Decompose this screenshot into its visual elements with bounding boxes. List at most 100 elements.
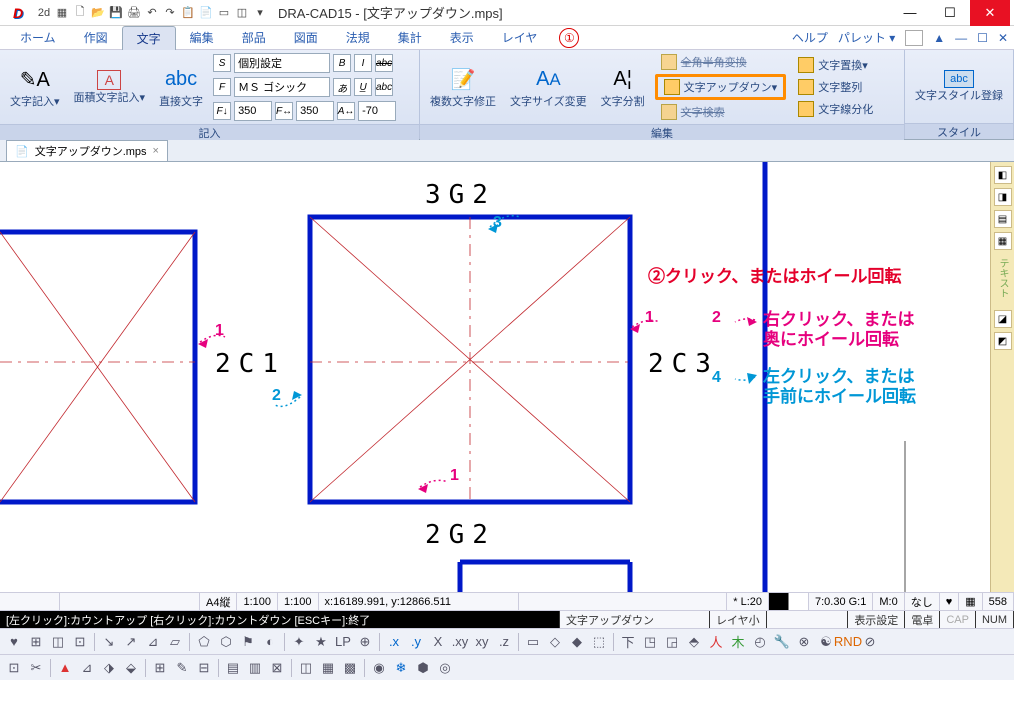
tb-icon[interactable]: ↗ <box>121 632 141 652</box>
grp-cell[interactable]: 7:0.30 G:1 <box>809 593 873 610</box>
tb-icon[interactable]: ⊞ <box>150 658 170 678</box>
tb-icon[interactable]: ⊠ <box>267 658 287 678</box>
tab-drawing[interactable]: 図面 <box>280 26 332 49</box>
qat-icon[interactable]: 2d <box>36 5 52 21</box>
side-icon[interactable]: ◩ <box>994 332 1012 350</box>
palette-menu[interactable]: パレット ▾ <box>838 29 895 46</box>
minimize-button[interactable]: — <box>890 0 930 26</box>
tb-icon[interactable]: ◳ <box>640 632 660 652</box>
tb-icon[interactable]: ⬗ <box>99 658 119 678</box>
tab-sum[interactable]: 集計 <box>384 26 436 49</box>
tb-icon[interactable]: ⬘ <box>684 632 704 652</box>
text-search-button[interactable]: 文字検索 <box>655 102 787 122</box>
doc-close-icon[interactable]: × <box>153 145 159 157</box>
tb-icon[interactable]: ⊗ <box>794 632 814 652</box>
tab-edit[interactable]: 編集 <box>176 26 228 49</box>
style-chip[interactable]: S <box>213 54 231 72</box>
font-combo[interactable] <box>234 77 330 97</box>
tab-layer[interactable]: レイヤ <box>488 26 552 49</box>
search-box-icon[interactable] <box>905 30 923 46</box>
tb-icon[interactable]: ⊿ <box>143 632 163 652</box>
tb-icon[interactable]: ◆ <box>567 632 587 652</box>
tb-icon[interactable]: ▦ <box>318 658 338 678</box>
tb-icon[interactable]: ⊡ <box>4 658 24 678</box>
width-input[interactable] <box>296 101 334 121</box>
bold-icon[interactable]: B <box>333 54 351 72</box>
qat-icon[interactable]: ↷ <box>162 5 178 21</box>
abc-icon[interactable]: abc <box>375 78 393 96</box>
child-min-icon[interactable]: — <box>955 31 967 45</box>
tb-icon[interactable]: 木 <box>728 632 748 652</box>
side-icon[interactable]: ◧ <box>994 166 1012 184</box>
grid-icon[interactable]: ▦ <box>959 593 982 610</box>
tab-draw[interactable]: 作図 <box>70 26 122 49</box>
tb-icon[interactable]: ▭ <box>523 632 543 652</box>
tb-icon[interactable]: ♥ <box>4 632 24 652</box>
side-icon[interactable]: ◪ <box>994 310 1012 328</box>
tb-icon[interactable]: ⊟ <box>194 658 214 678</box>
child-max-icon[interactable]: ☐ <box>977 31 988 45</box>
tb-icon[interactable]: ↘ <box>99 632 119 652</box>
spacing-chip[interactable]: A↔ <box>337 102 355 120</box>
tb-icon[interactable]: ⊕ <box>355 632 375 652</box>
tb-icon[interactable]: ◐ <box>260 632 280 652</box>
qat-icon[interactable]: 📄 <box>198 5 214 21</box>
qat-icon[interactable]: 🗋 <box>72 5 88 21</box>
text-input-button[interactable]: ✎A 文字記入▾ <box>6 64 64 110</box>
side-icon[interactable]: ◨ <box>994 188 1012 206</box>
qat-icon[interactable]: ▦ <box>54 5 70 21</box>
tb-icon[interactable]: ⬢ <box>413 658 433 678</box>
tb-icon[interactable]: 人 <box>706 632 726 652</box>
tb-icon[interactable]: ⚑ <box>238 632 258 652</box>
disp-cell[interactable]: 表示設定 <box>848 611 905 628</box>
tb-icon[interactable]: ◇ <box>545 632 565 652</box>
tb-icon[interactable]: ★ <box>311 632 331 652</box>
child-close-icon[interactable]: ✕ <box>998 31 1008 45</box>
tb-icon[interactable]: .x <box>384 632 404 652</box>
maximize-button[interactable]: ☐ <box>930 0 970 26</box>
qat-icon[interactable]: 🖨 <box>126 5 142 21</box>
qat-icon[interactable]: ▭ <box>216 5 232 21</box>
tb-icon[interactable]: ⬡ <box>216 632 236 652</box>
tb-icon[interactable]: ⊿ <box>77 658 97 678</box>
heart-icon[interactable]: ♥ <box>940 593 960 610</box>
qat-icon[interactable]: 📂 <box>90 5 106 21</box>
tb-icon[interactable]: ✦ <box>289 632 309 652</box>
tb-icon[interactable]: ❄ <box>391 658 411 678</box>
none-cell[interactable]: なし <box>905 593 940 610</box>
tb-icon[interactable]: ◎ <box>435 658 455 678</box>
min-ribbon-icon[interactable]: ▲ <box>933 31 945 45</box>
tb-icon[interactable]: X <box>428 632 448 652</box>
tb-icon[interactable]: ◴ <box>750 632 770 652</box>
height-chip[interactable]: F↓ <box>213 102 231 120</box>
text-split-button[interactable]: A¦ 文字分割 <box>597 64 649 110</box>
area-text-button[interactable]: A 面積文字記入▾ <box>70 68 150 106</box>
tb-icon[interactable]: ▤ <box>223 658 243 678</box>
drawing-canvas[interactable]: 3G2 2C1 2C3 2G2 1 2 3 1 1 2 4 ②クリック、またはホ… <box>0 162 990 592</box>
tb-icon[interactable]: ⬙ <box>121 658 141 678</box>
tb-icon[interactable]: ▩ <box>340 658 360 678</box>
tb-icon[interactable]: ⬚ <box>589 632 609 652</box>
tab-law[interactable]: 法規 <box>332 26 384 49</box>
tb-icon[interactable]: ▲ <box>55 658 75 678</box>
tb-icon[interactable]: ▱ <box>165 632 185 652</box>
text-to-line-button[interactable]: 文字線分化 <box>792 99 879 119</box>
qat-icon[interactable]: ◫ <box>234 5 250 21</box>
ja-icon[interactable]: あ <box>333 78 351 96</box>
tb-icon[interactable]: .xy <box>450 632 470 652</box>
m-cell[interactable]: M:0 <box>873 593 904 610</box>
close-button[interactable]: ✕ <box>970 0 1010 26</box>
tb-icon[interactable]: ⊘ <box>860 632 880 652</box>
tb-icon[interactable]: ◫ <box>296 658 316 678</box>
tb-icon[interactable]: ◲ <box>662 632 682 652</box>
height-input[interactable] <box>234 101 272 121</box>
tb-icon[interactable]: ◉ <box>369 658 389 678</box>
style-combo[interactable] <box>234 53 330 73</box>
italic-icon[interactable]: I <box>354 54 372 72</box>
tb-icon[interactable]: ⬠ <box>194 632 214 652</box>
help-menu[interactable]: ヘルプ <box>792 29 828 46</box>
color-swatch[interactable] <box>769 593 809 610</box>
text-style-reg-button[interactable]: abc 文字スタイル登録 <box>911 68 1007 104</box>
tb-icon[interactable]: 🔧 <box>772 632 792 652</box>
tb-icon[interactable]: .z <box>494 632 514 652</box>
